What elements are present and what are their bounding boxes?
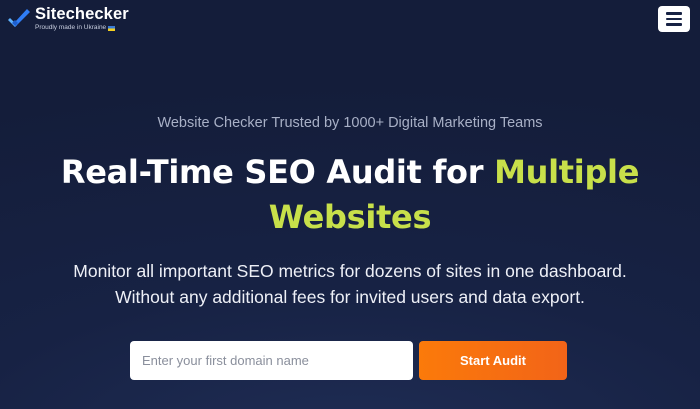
audit-form: Start Audit: [130, 341, 567, 380]
hamburger-menu-icon: [666, 12, 682, 15]
site-header: Sitechecker Proudly made in Ukraine: [0, 0, 700, 40]
hamburger-menu-icon: [666, 23, 682, 26]
hero-description: Monitor all important SEO metrics for do…: [0, 258, 700, 310]
domain-input[interactable]: [130, 341, 413, 380]
checkmark-logo-icon: [8, 9, 30, 27]
brand-subtitle: Proudly made in Ukraine: [35, 24, 129, 32]
description-line-2: Without any additional fees for invited …: [115, 287, 585, 307]
menu-button[interactable]: [658, 6, 690, 32]
ukraine-flag-icon: [108, 25, 116, 31]
description-line-1: Monitor all important SEO metrics for do…: [73, 261, 627, 281]
brand-subtitle-text: Proudly made in Ukraine: [35, 24, 107, 31]
start-audit-button[interactable]: Start Audit: [419, 341, 567, 380]
hero-headline: Real-Time SEO Audit for Multiple Website…: [20, 150, 680, 240]
site-logo[interactable]: Sitechecker Proudly made in Ukraine: [6, 4, 129, 33]
brand-name: Sitechecker: [35, 5, 129, 23]
logo-text: Sitechecker Proudly made in Ukraine: [35, 4, 129, 32]
headline-main: Real-Time SEO Audit for: [60, 153, 495, 191]
hamburger-menu-icon: [666, 17, 682, 21]
hero-tagline: Website Checker Trusted by 1000+ Digital…: [157, 115, 543, 131]
